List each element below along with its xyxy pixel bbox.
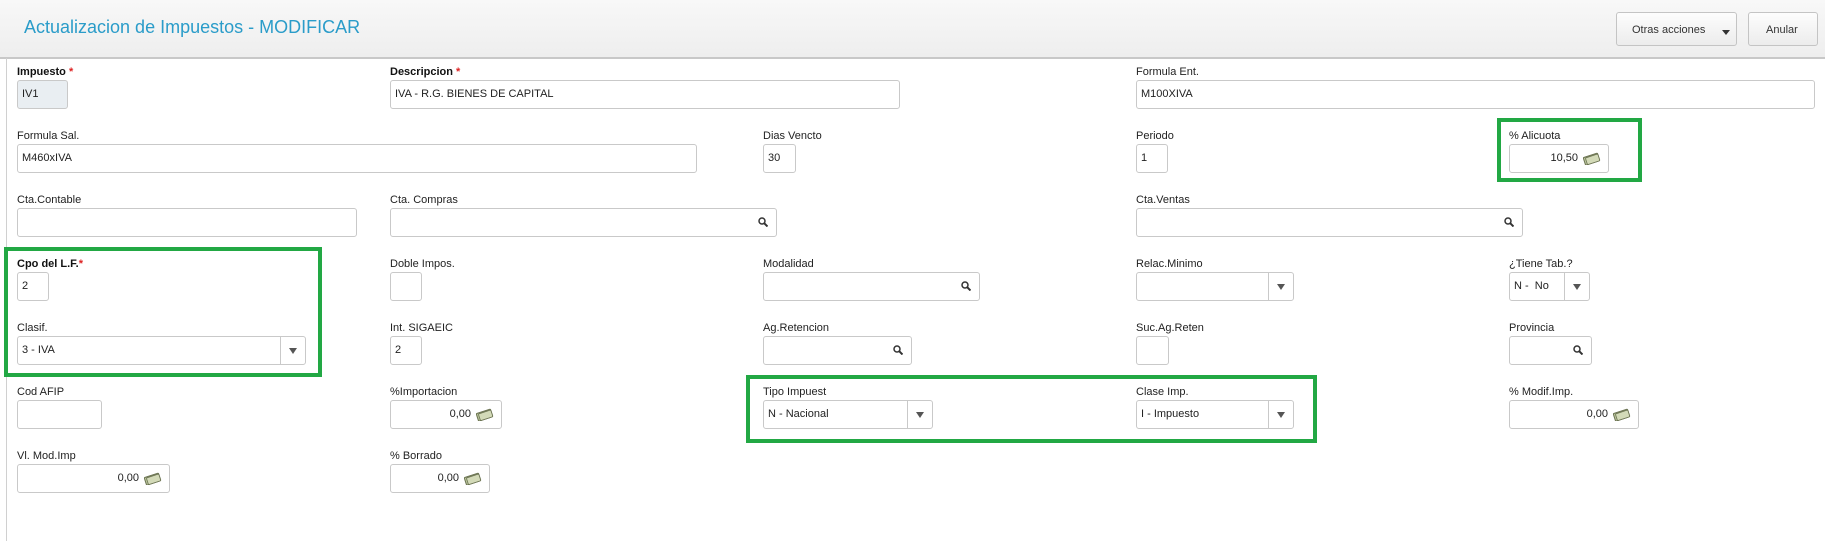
relac-minimo-label: Relac.Minimo bbox=[1136, 258, 1203, 270]
borrado-label: % Borrado bbox=[390, 450, 442, 462]
suc-ag-reten-label: Suc.Ag.Reten bbox=[1136, 322, 1204, 334]
vl-mod-imp-field[interactable]: 0,00 bbox=[17, 464, 170, 493]
search-icon[interactable] bbox=[1573, 345, 1583, 355]
periodo-label: Periodo bbox=[1136, 130, 1174, 142]
impuesto-field[interactable]: IV1 bbox=[17, 80, 68, 109]
importacion-value: 0,00 bbox=[449, 408, 471, 420]
cta-compras-label: Cta. Compras bbox=[390, 194, 458, 206]
chevron-down-icon bbox=[1722, 30, 1730, 35]
cta-ventas-field[interactable] bbox=[1136, 208, 1523, 237]
vl-mod-imp-label: Vl. Mod.Imp bbox=[17, 450, 76, 462]
highlight-cpo-clasif bbox=[4, 247, 322, 377]
relac-minimo-select[interactable] bbox=[1136, 272, 1294, 301]
search-icon[interactable] bbox=[961, 281, 971, 291]
money-icon[interactable] bbox=[464, 472, 482, 485]
impuesto-label: Impuesto * bbox=[17, 66, 74, 78]
anular-label: Anular bbox=[1766, 24, 1798, 36]
provincia-label: Provincia bbox=[1509, 322, 1555, 334]
highlight-alicuota bbox=[1497, 118, 1642, 182]
search-icon[interactable] bbox=[758, 217, 768, 227]
otras-acciones-button[interactable]: Otras acciones bbox=[1616, 12, 1737, 46]
header-bar: Actualizacion de Impuestos - MODIFICAR O… bbox=[0, 0, 1825, 59]
anular-button[interactable]: Anular bbox=[1748, 12, 1818, 46]
dias-vencto-label: Dias Vencto bbox=[763, 130, 822, 142]
descripcion-field[interactable]: IVA - R.G. BIENES DE CAPITAL bbox=[390, 80, 900, 109]
cta-compras-field[interactable] bbox=[390, 208, 777, 237]
modalidad-field[interactable] bbox=[763, 272, 980, 301]
periodo-field[interactable]: 1 bbox=[1136, 144, 1168, 173]
formula-ent-label: Formula Ent. bbox=[1136, 66, 1199, 78]
page-title: Actualizacion de Impuestos - MODIFICAR bbox=[24, 17, 361, 37]
money-icon[interactable] bbox=[1613, 408, 1631, 421]
ag-retencion-label: Ag.Retencion bbox=[763, 322, 830, 334]
cta-contable-label: Cta.Contable bbox=[17, 194, 82, 206]
cta-contable-field[interactable] bbox=[17, 208, 357, 237]
dias-vencto-field[interactable]: 30 bbox=[763, 144, 796, 173]
formula-ent-field[interactable]: M100XIVA bbox=[1136, 80, 1815, 109]
chevron-down-icon[interactable] bbox=[1268, 273, 1293, 300]
modalidad-label: Modalidad bbox=[763, 258, 814, 270]
cod-afip-label: Cod AFIP bbox=[17, 386, 65, 398]
descripcion-label: Descripcion * bbox=[390, 66, 461, 78]
modif-imp-value: 0,00 bbox=[1586, 408, 1608, 420]
formula-sal-field[interactable]: M460xIVA bbox=[17, 144, 697, 173]
cta-ventas-label: Cta.Ventas bbox=[1136, 194, 1190, 206]
otras-acciones-label: Otras acciones bbox=[1632, 24, 1706, 36]
modif-imp-label: % Modif.Imp. bbox=[1509, 386, 1574, 398]
int-sigaeic-field[interactable]: 2 bbox=[390, 336, 422, 365]
highlight-tipo-clase bbox=[746, 375, 1317, 443]
tiene-tab-label: ¿Tiene Tab.? bbox=[1509, 258, 1573, 270]
importacion-label: %Importacion bbox=[390, 386, 458, 398]
modif-imp-field[interactable]: 0,00 bbox=[1509, 400, 1639, 429]
tiene-tab-value: N - No bbox=[1514, 280, 1549, 292]
vl-mod-imp-value: 0,00 bbox=[117, 472, 139, 484]
tiene-tab-select[interactable]: N - No bbox=[1509, 272, 1590, 301]
chevron-down-icon[interactable] bbox=[1564, 273, 1589, 300]
formula-sal-label: Formula Sal. bbox=[17, 130, 80, 142]
search-icon[interactable] bbox=[1504, 217, 1514, 227]
doble-impos-label: Doble Impos. bbox=[390, 258, 455, 270]
suc-ag-reten-field[interactable] bbox=[1136, 336, 1169, 365]
ag-retencion-field[interactable] bbox=[763, 336, 912, 365]
provincia-field[interactable] bbox=[1509, 336, 1592, 365]
money-icon[interactable] bbox=[476, 408, 494, 421]
int-sigaeic-label: Int. SIGAEIC bbox=[390, 322, 453, 334]
importacion-field[interactable]: 0,00 bbox=[390, 400, 502, 429]
search-icon[interactable] bbox=[893, 345, 903, 355]
doble-impos-field[interactable] bbox=[390, 272, 422, 301]
cod-afip-field[interactable] bbox=[17, 400, 102, 429]
borrado-value: 0,00 bbox=[437, 472, 459, 484]
borrado-field[interactable]: 0,00 bbox=[390, 464, 490, 493]
money-icon[interactable] bbox=[144, 472, 162, 485]
